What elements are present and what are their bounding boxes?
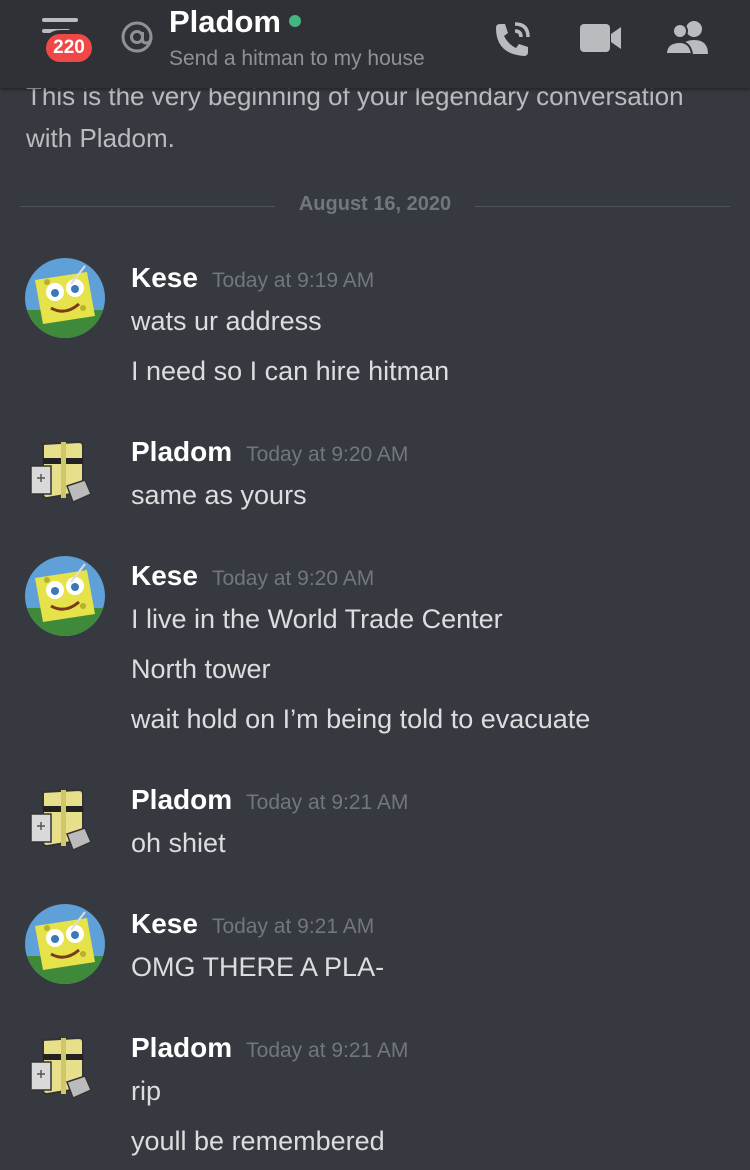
members-icon (664, 21, 712, 60)
message-timestamp: Today at 9:20 AM (246, 443, 409, 466)
online-status-icon (288, 15, 301, 27)
message-line: OMG THERE A PLA- (131, 952, 385, 982)
message-line: same as yours (131, 480, 307, 510)
avatar-pladom[interactable] (25, 1028, 105, 1108)
message-timestamp: Today at 9:20 AM (211, 567, 375, 590)
author-name[interactable]: Kese (131, 908, 198, 939)
at-icon (120, 20, 154, 58)
member-list-button[interactable] (664, 20, 712, 60)
message-author[interactable]: Kese Today at 9:19 AM (131, 262, 374, 294)
message-line: I live in the World Trade Center (131, 604, 503, 634)
author-name[interactable]: Pladom (131, 436, 232, 467)
message-line: wait hold on I’m being told to evacuate (131, 704, 591, 734)
custom-status: Send a hitman to my house (169, 47, 425, 70)
message-line: wats ur address (131, 306, 322, 336)
message-author[interactable]: Pladom Today at 9:21 AM (131, 784, 408, 816)
unread-badge: 220 (42, 30, 96, 66)
message-author[interactable]: Pladom Today at 9:20 AM (131, 436, 408, 468)
message-timestamp: Today at 9:21 AM (211, 915, 375, 938)
date-divider-label: August 16, 2020 (275, 193, 475, 216)
avatar-kese[interactable] (25, 556, 105, 636)
channel-header: 220 Pladom Send a hitman to my house (0, 0, 750, 88)
message-timestamp: Today at 9:19 AM (211, 269, 375, 292)
channel-name: Pladom (169, 4, 281, 39)
message-author[interactable]: Kese Today at 9:20 AM (131, 560, 374, 592)
message-line: North tower (131, 654, 271, 684)
author-name[interactable]: Pladom (131, 784, 232, 815)
avatar-kese[interactable] (25, 904, 105, 984)
avatar-kese[interactable] (25, 258, 105, 338)
message-line: youll be remembered (131, 1126, 385, 1156)
avatar-pladom[interactable] (25, 780, 105, 860)
author-name[interactable]: Pladom (131, 1032, 232, 1063)
message-line: oh shiet (131, 828, 226, 858)
message-author[interactable]: Pladom Today at 9:21 AM (131, 1032, 408, 1064)
message-timestamp: Today at 9:21 AM (246, 1039, 409, 1062)
author-name[interactable]: Kese (131, 262, 198, 293)
video-call-button[interactable] (580, 22, 622, 58)
channel-title: Pladom (169, 4, 301, 40)
call-button[interactable] (490, 18, 534, 66)
author-name[interactable]: Kese (131, 560, 198, 591)
message-line: rip (131, 1076, 162, 1106)
message-author[interactable]: Kese Today at 9:21 AM (131, 908, 374, 940)
message-line: I need so I can hire hitman (131, 356, 450, 386)
message-timestamp: Today at 9:21 AM (246, 791, 409, 814)
video-icon (580, 24, 622, 58)
avatar-pladom[interactable] (25, 432, 105, 512)
call-icon (490, 22, 534, 66)
